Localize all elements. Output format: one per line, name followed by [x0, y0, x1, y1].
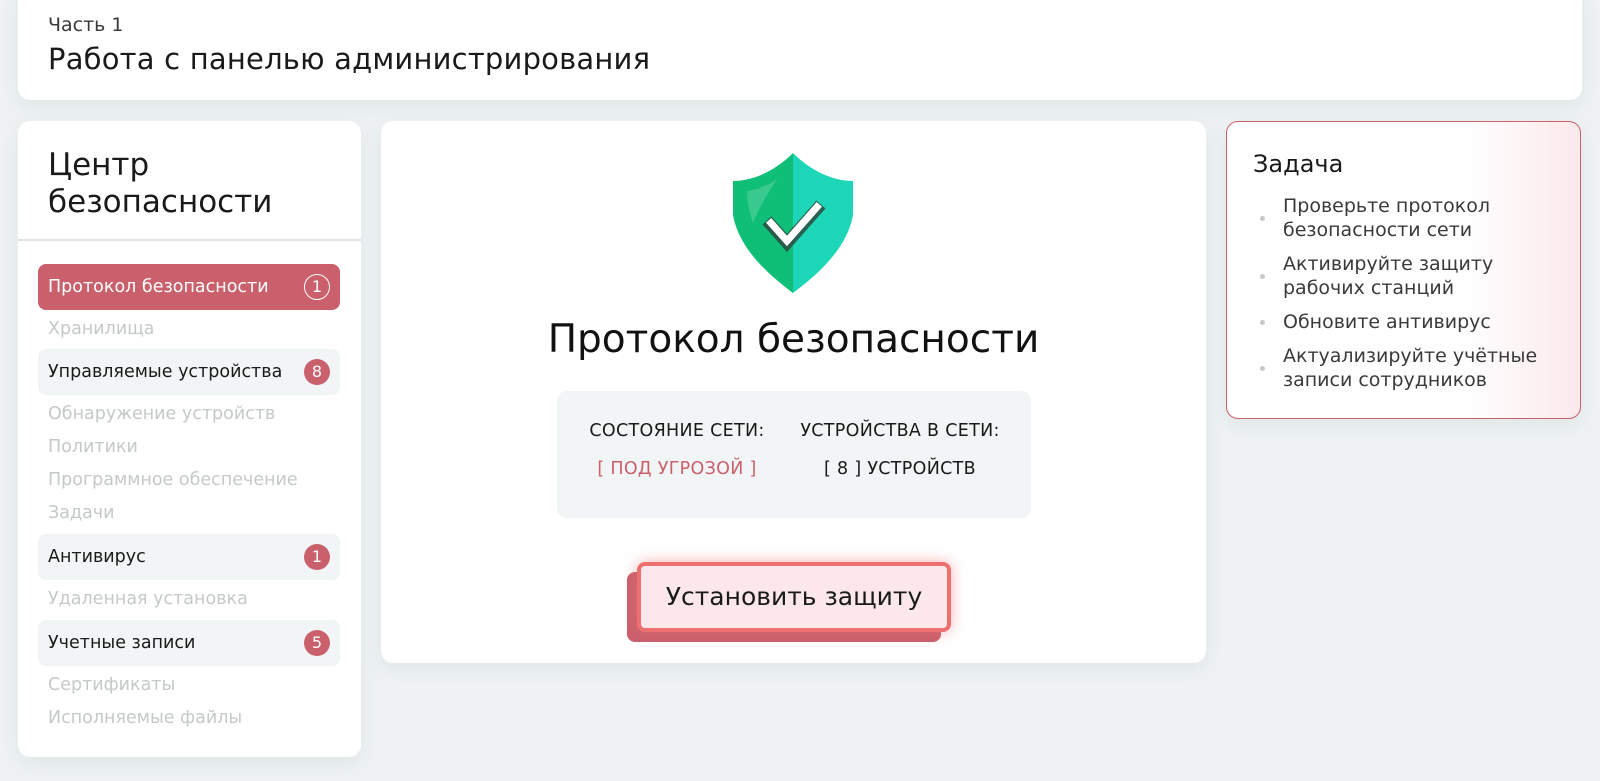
sidebar-item-storage: Хранилища: [38, 313, 340, 345]
devices-status-value: [ 8 ] УСТРОЙСТВ: [824, 459, 976, 479]
sidebar-item-label: Антивирус: [48, 547, 146, 567]
sidebar-item-policies: Политики: [38, 431, 340, 463]
sidebar-item-label: Учетные записи: [48, 633, 196, 653]
page-title: Работа с панелью администрирования: [48, 42, 651, 76]
part-label: Часть 1: [48, 14, 124, 36]
sidebar-item-executables: Исполняемые файлы: [38, 702, 340, 734]
task-item: Обновите антивирус: [1251, 310, 1551, 334]
task-item: Активируйте защиту рабочих станций: [1251, 252, 1551, 300]
sidebar-item-certificates: Сертификаты: [38, 669, 340, 701]
bullet-icon: [1260, 366, 1265, 371]
count-badge: 5: [304, 630, 330, 656]
task-title: Задача: [1253, 150, 1344, 178]
count-badge: 8: [304, 359, 330, 385]
status-panel: СОСТОЯНИЕ СЕТИ: [ ПОД УГРОЗОЙ ] УСТРОЙСТ…: [557, 391, 1031, 518]
main-title: Протокол безопасности: [547, 317, 1040, 362]
sidebar-item-label: Удаленная установка: [48, 589, 248, 609]
sidebar-item-label: Управляемые устройства: [48, 362, 283, 382]
sidebar-item-label: Программное обеспечение: [48, 470, 298, 490]
sidebar: Центр безопасности Протокол безопасности…: [18, 121, 361, 757]
page-header: Часть 1 Работа с панелью администрирован…: [18, 0, 1582, 100]
network-status-label: СОСТОЯНИЕ СЕТИ:: [589, 421, 765, 441]
sidebar-item-managed-devices[interactable]: Управляемые устройства 8: [38, 349, 340, 395]
task-list: Проверьте протокол безопасности сети Акт…: [1251, 194, 1551, 402]
sidebar-item-software: Программное обеспечение: [38, 464, 340, 496]
task-item: Актуализируйте учётные записи сотруднико…: [1251, 344, 1551, 392]
network-status: СОСТОЯНИЕ СЕТИ: [ ПОД УГРОЗОЙ ]: [587, 421, 767, 479]
devices-status: УСТРОЙСТВА В СЕТИ: [ 8 ] УСТРОЙСТВ: [795, 421, 1005, 479]
bullet-icon: [1260, 274, 1265, 279]
network-status-value: [ ПОД УГРОЗОЙ ]: [597, 459, 757, 479]
sidebar-item-label: Протокол безопасности: [48, 277, 269, 297]
count-badge: 1: [304, 274, 330, 300]
task-panel: Задача Проверьте протокол безопасности с…: [1226, 121, 1581, 419]
bullet-icon: [1260, 216, 1265, 221]
devices-status-label: УСТРОЙСТВА В СЕТИ:: [800, 421, 1000, 441]
sidebar-item-tasks: Задачи: [38, 497, 340, 529]
install-protection-button[interactable]: Установить защиту: [637, 562, 951, 632]
sidebar-item-label: Обнаружение устройств: [48, 404, 276, 424]
sidebar-item-label: Сертификаты: [48, 675, 176, 695]
task-item: Проверьте протокол безопасности сети: [1251, 194, 1551, 242]
sidebar-item-security-protocol[interactable]: Протокол безопасности 1: [38, 264, 340, 310]
bullet-icon: [1260, 320, 1265, 325]
sidebar-title: Центр безопасности: [48, 147, 273, 220]
sidebar-item-remote-install: Удаленная установка: [38, 583, 340, 615]
sidebar-item-accounts[interactable]: Учетные записи 5: [38, 620, 340, 666]
shield-check-icon: [733, 153, 853, 293]
sidebar-item-label: Задачи: [48, 503, 115, 523]
sidebar-item-label: Исполняемые файлы: [48, 708, 243, 728]
sidebar-divider: [18, 239, 361, 241]
sidebar-item-antivirus[interactable]: Антивирус 1: [38, 534, 340, 580]
sidebar-item-device-discovery: Обнаружение устройств: [38, 398, 340, 430]
install-button-wrap: Установить защиту: [627, 562, 957, 650]
sidebar-item-label: Хранилища: [48, 319, 155, 339]
sidebar-item-label: Политики: [48, 437, 138, 457]
count-badge: 1: [304, 544, 330, 570]
main-panel: Протокол безопасности СОСТОЯНИЕ СЕТИ: [ …: [381, 121, 1206, 663]
